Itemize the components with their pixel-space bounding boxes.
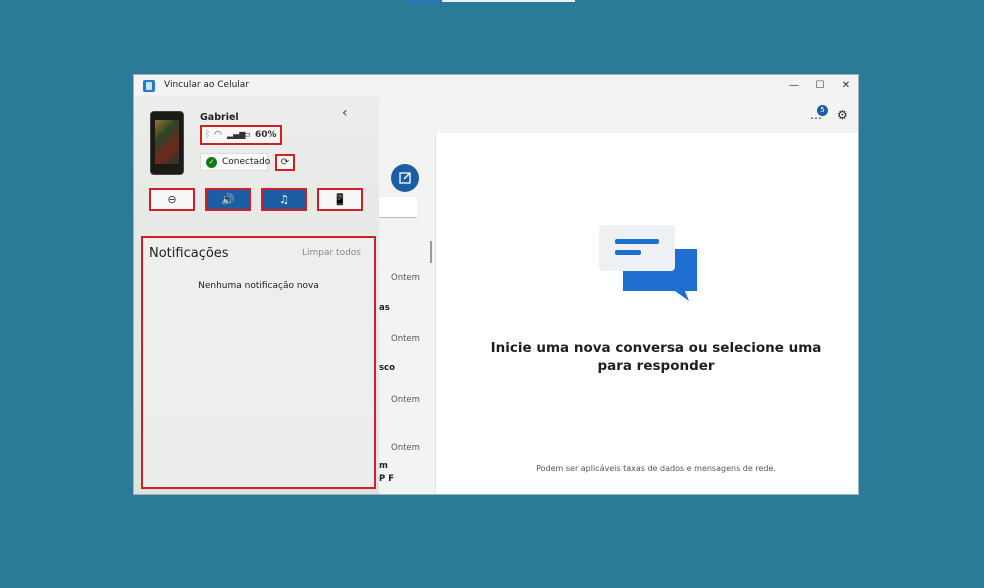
message-snippet: as (379, 303, 390, 313)
app-logo-icon (143, 80, 155, 92)
empty-notifications-text: Nenhuma notificação nova (198, 281, 319, 291)
message-snippet: m (379, 461, 388, 471)
message-date: Ontem (391, 334, 420, 344)
phone-status: ᛒ ◠ ▂▄▆ ▭ 60% (200, 125, 282, 145)
maximize-button[interactable]: ☐ (812, 78, 828, 94)
compose-icon (399, 172, 411, 184)
message-date: Ontem (391, 273, 420, 283)
phone-audio-button[interactable]: 📱 (317, 188, 363, 211)
do-not-disturb-icon: ⊖ (167, 193, 177, 206)
message-date: Ontem (391, 395, 420, 405)
badge-count: 5 (817, 105, 828, 116)
phone-wallpaper-thumbnail (150, 111, 184, 175)
device-panel: Gabriel ‹ ᛒ ◠ ▂▄▆ ▭ 60% ✓ Conectado ⟳ ⊖ … (134, 97, 379, 494)
collapse-panel-button[interactable]: ‹ (342, 105, 348, 121)
scrollbar[interactable] (430, 241, 432, 263)
music-button[interactable]: ♫ (261, 188, 307, 211)
carrier-footnote: Podem ser aplicáveis taxas de dados e me… (536, 464, 776, 473)
search-input[interactable] (379, 197, 417, 218)
chat-bubbles-icon (599, 225, 697, 301)
messages-list: Ontem as Ontem sco Ontem Ontem m P F (379, 133, 435, 494)
window-title: Vincular ao Celular (164, 80, 250, 90)
minimize-button[interactable]: — (786, 78, 802, 94)
phone-audio-icon: 📱 (333, 193, 347, 206)
title-bar: Vincular ao Celular — ☐ ✕ (134, 75, 858, 97)
refresh-button[interactable]: ⟳ (275, 154, 295, 171)
checkmark-icon: ✓ (206, 157, 217, 168)
message-snippet: P F (379, 474, 394, 484)
gear-icon[interactable]: ⚙ (837, 108, 848, 122)
message-snippet: sco (379, 363, 395, 373)
music-note-icon: ♫ (279, 193, 289, 206)
notifications-title: Notificações (149, 246, 229, 261)
taskbar-strip (408, 0, 575, 2)
connection-status: ✓ Conectado (200, 153, 271, 171)
close-button[interactable]: ✕ (838, 78, 854, 94)
new-message-button[interactable] (391, 164, 419, 192)
bluetooth-icon: ᛒ (205, 130, 211, 140)
app-window: Vincular ao Celular — ☐ ✕ … 5 ⚙ Ontem as… (133, 74, 859, 495)
connection-label: Conectado (222, 157, 271, 167)
notifications-panel: Notificações Limpar todos Nenhuma notifi… (141, 236, 376, 489)
conversation-pane: Inicie uma nova conversa ou selecione um… (435, 133, 858, 494)
battery-percent: 60% (255, 130, 277, 140)
do-not-disturb-button[interactable]: ⊖ (149, 188, 195, 211)
volume-button[interactable]: 🔊 (205, 188, 251, 211)
device-name: Gabriel (200, 112, 239, 123)
speaker-icon: 🔊 (221, 193, 235, 206)
battery-icon: ▭ (242, 130, 251, 140)
wifi-icon: ◠ (214, 130, 222, 140)
clear-all-button[interactable]: Limpar todos (302, 248, 361, 258)
empty-state-title: Inicie uma nova conversa ou selecione um… (490, 340, 822, 374)
message-date: Ontem (391, 443, 420, 453)
